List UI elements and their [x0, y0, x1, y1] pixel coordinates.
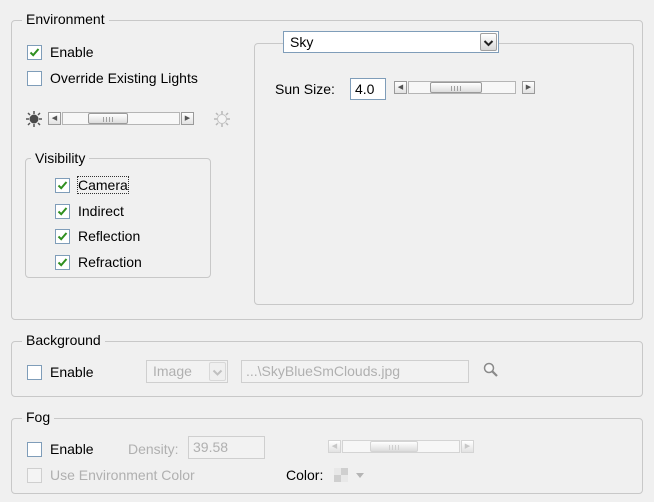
sun-light-icon	[213, 110, 231, 128]
fog-group-title: Fog	[22, 409, 55, 425]
use-env-color-checkbox[interactable]	[27, 468, 42, 483]
sun-size-slider-thumb[interactable]	[430, 82, 482, 93]
sun-dark-icon	[25, 110, 43, 128]
visibility-refraction-checkbox[interactable]	[55, 255, 70, 270]
visibility-indirect-checkbox[interactable]	[55, 204, 70, 219]
sky-type-value: Sky	[290, 34, 314, 50]
background-group-title: Background	[22, 332, 105, 348]
visibility-indirect-label[interactable]: Indirect	[78, 203, 124, 219]
sun-size-input[interactable]: 4.0	[350, 78, 386, 100]
background-source-dropdown[interactable]: Image	[146, 360, 228, 383]
visibility-group-title: Visibility	[31, 150, 90, 166]
environment-enable-label[interactable]: Enable	[50, 44, 94, 60]
brightness-slider-left-arrow[interactable]: ◀	[48, 112, 61, 125]
chevron-down-icon[interactable]	[480, 33, 497, 51]
override-lights-label[interactable]: Override Existing Lights	[50, 70, 198, 86]
brightness-slider-thumb[interactable]	[88, 113, 128, 124]
fog-density-label: Density:	[128, 441, 179, 457]
fog-density-slider-thumb[interactable]	[370, 441, 418, 452]
background-enable-checkbox[interactable]	[27, 365, 42, 380]
magnifier-icon[interactable]	[482, 361, 500, 379]
visibility-refraction-label[interactable]: Refraction	[78, 254, 142, 270]
brightness-slider[interactable]: ◀ ▶	[48, 112, 208, 125]
fog-density-slider[interactable]: ◀ ▶	[328, 440, 478, 453]
fog-density-input[interactable]: 39.58	[188, 436, 265, 459]
sun-size-slider-left-arrow[interactable]: ◀	[394, 81, 407, 94]
fog-enable-label[interactable]: Enable	[50, 441, 94, 457]
visibility-camera-checkbox[interactable]	[55, 178, 70, 193]
sun-size-slider[interactable]: ◀ ▶	[394, 81, 544, 94]
fog-enable-checkbox[interactable]	[27, 442, 42, 457]
override-lights-checkbox[interactable]	[27, 71, 42, 86]
background-file-path[interactable]: ...\SkyBlueSmClouds.jpg	[241, 360, 469, 383]
brightness-slider-right-arrow[interactable]: ▶	[181, 112, 194, 125]
use-env-color-label[interactable]: Use Environment Color	[50, 467, 195, 483]
background-enable-label[interactable]: Enable	[50, 364, 94, 380]
sun-size-label: Sun Size:	[275, 81, 335, 97]
environment-group-title: Environment	[22, 11, 109, 27]
sun-size-slider-right-arrow[interactable]: ▶	[522, 81, 535, 94]
visibility-reflection-checkbox[interactable]	[55, 229, 70, 244]
color-swatch-icon[interactable]	[333, 465, 369, 485]
fog-density-slider-right-arrow[interactable]: ▶	[461, 440, 474, 453]
chevron-down-icon[interactable]	[209, 362, 226, 381]
environment-enable-checkbox[interactable]	[27, 45, 42, 60]
visibility-reflection-label[interactable]: Reflection	[78, 228, 140, 244]
sky-type-dropdown[interactable]: Sky	[283, 31, 499, 53]
background-source-value: Image	[153, 363, 192, 379]
fog-density-slider-left-arrow[interactable]: ◀	[328, 440, 341, 453]
visibility-camera-label[interactable]: Camera	[77, 176, 129, 194]
fog-color-label: Color:	[286, 467, 324, 483]
